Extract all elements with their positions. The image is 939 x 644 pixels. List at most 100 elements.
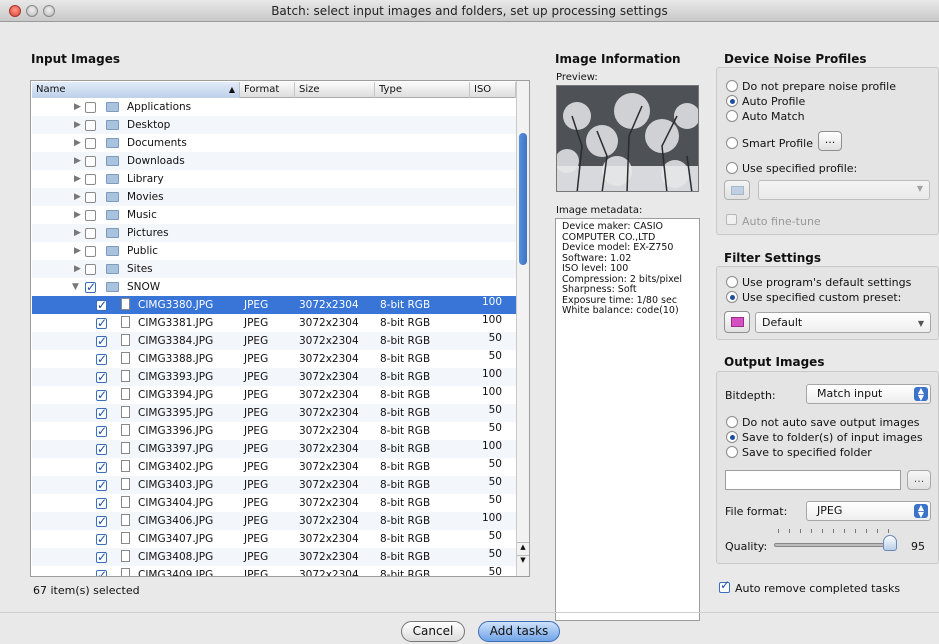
disclosure-closed-icon[interactable]: ▶ [74, 206, 81, 224]
scroll-down-arrow-icon[interactable]: ▼ [517, 555, 529, 567]
file-checkbox[interactable] [96, 512, 107, 530]
file-checkbox[interactable] [96, 386, 107, 404]
file-row[interactable]: CIMG3394.JPG JPEG 3072x2304 8-bit RGB 100 [32, 386, 516, 404]
column-header-name[interactable]: Name ▲ [32, 82, 240, 98]
disclosure-closed-icon[interactable]: ▶ [74, 134, 81, 152]
file-checkbox[interactable] [96, 566, 107, 576]
scroll-up-arrow-icon[interactable]: ▲ [517, 542, 529, 554]
column-header-size[interactable]: Size [295, 82, 375, 98]
file-row[interactable]: CIMG3406.JPG JPEG 3072x2304 8-bit RGB 100 [32, 512, 516, 530]
bitdepth-select[interactable]: Match input ▲ ▼ [806, 384, 931, 404]
file-checkbox[interactable] [96, 368, 107, 386]
radio-save-input-folders[interactable] [726, 431, 738, 443]
file-row[interactable]: CIMG3397.JPG JPEG 3072x2304 8-bit RGB 100 [32, 440, 516, 458]
column-header-type[interactable]: Type [375, 82, 470, 98]
file-row[interactable]: CIMG3402.JPG JPEG 3072x2304 8-bit RGB 50 [32, 458, 516, 476]
profile-select[interactable]: ▼ [758, 180, 930, 200]
file-format-select[interactable]: JPEG ▲ ▼ [806, 501, 931, 521]
preset-select[interactable]: Default ▼ [755, 312, 931, 333]
radio-no-auto-save[interactable] [726, 416, 738, 428]
folder-checkbox[interactable] [85, 102, 96, 113]
radio-default-settings[interactable] [726, 276, 738, 288]
minimize-window-button[interactable] [26, 5, 38, 17]
auto-fine-tune-checkbox[interactable] [726, 214, 737, 225]
file-checkbox[interactable] [96, 530, 107, 548]
scrollbar-thumb[interactable] [519, 133, 527, 265]
close-window-button[interactable] [9, 5, 21, 17]
radio-custom-preset[interactable] [726, 291, 738, 303]
file-checkbox[interactable] [96, 422, 107, 440]
folder-checkbox[interactable] [85, 246, 96, 257]
folder-checkbox[interactable] [85, 210, 96, 221]
file-checkbox[interactable] [96, 494, 107, 512]
folder-row[interactable]: ▶ Movies [32, 188, 516, 206]
radio-save-specified-folder[interactable] [726, 446, 738, 458]
smart-profile-button[interactable]: ... [818, 131, 842, 151]
disclosure-closed-icon[interactable]: ▶ [74, 170, 81, 188]
disclosure-open-icon[interactable]: ▼ [72, 278, 79, 296]
folder-checkbox[interactable] [85, 174, 96, 185]
file-checkbox[interactable] [96, 350, 107, 368]
preset-folder-button[interactable] [724, 311, 750, 333]
file-row[interactable]: CIMG3393.JPG JPEG 3072x2304 8-bit RGB 100 [32, 368, 516, 386]
zoom-window-button[interactable] [43, 5, 55, 17]
disclosure-closed-icon[interactable]: ▶ [74, 188, 81, 206]
folder-checkbox[interactable] [85, 138, 96, 149]
file-checkbox[interactable] [96, 440, 107, 458]
file-checkbox[interactable] [96, 296, 107, 314]
folder-row[interactable]: ▶ Documents [32, 134, 516, 152]
file-row[interactable]: CIMG3409.JPG JPEG 3072x2304 8-bit RGB 50 [32, 566, 516, 576]
file-row[interactable]: CIMG3396.JPG JPEG 3072x2304 8-bit RGB 50 [32, 422, 516, 440]
disclosure-closed-icon[interactable]: ▶ [74, 224, 81, 242]
file-checkbox[interactable] [96, 548, 107, 566]
add-tasks-button[interactable]: Add tasks [478, 621, 560, 642]
column-header-iso[interactable]: ISO [470, 82, 516, 98]
file-row[interactable]: CIMG3381.JPG JPEG 3072x2304 8-bit RGB 100 [32, 314, 516, 332]
file-checkbox[interactable] [96, 404, 107, 422]
folder-row[interactable]: ▶ Downloads [32, 152, 516, 170]
folder-row[interactable]: ▶ Sites [32, 260, 516, 278]
auto-remove-checkbox[interactable] [719, 578, 730, 593]
file-row[interactable]: CIMG3388.JPG JPEG 3072x2304 8-bit RGB 50 [32, 350, 516, 368]
file-row[interactable]: CIMG3395.JPG JPEG 3072x2304 8-bit RGB 50 [32, 404, 516, 422]
disclosure-closed-icon[interactable]: ▶ [74, 260, 81, 278]
folder-row[interactable]: ▶ Desktop [32, 116, 516, 134]
folder-row[interactable]: ▶ Public [32, 242, 516, 260]
folder-checkbox[interactable] [85, 192, 96, 203]
column-header-format[interactable]: Format [240, 82, 295, 98]
disclosure-closed-icon[interactable]: ▶ [74, 242, 81, 260]
folder-row[interactable]: ▶ Pictures [32, 224, 516, 242]
output-folder-browse-button[interactable]: ... [907, 470, 931, 490]
file-checkbox[interactable] [96, 314, 107, 332]
folder-row[interactable]: ▼ SNOW [32, 278, 516, 296]
file-checkbox[interactable] [96, 458, 107, 476]
file-row[interactable]: CIMG3403.JPG JPEG 3072x2304 8-bit RGB 50 [32, 476, 516, 494]
disclosure-closed-icon[interactable]: ▶ [74, 152, 81, 170]
radio-use-specified-profile[interactable] [726, 162, 738, 174]
profile-folder-button[interactable] [724, 180, 750, 200]
input-images-table[interactable]: Name ▲ Format Size Type ISO ▶ Applications… [30, 80, 530, 577]
table-scrollbar[interactable]: ▲ ▼ [516, 81, 529, 576]
radio-no-noise-profile[interactable] [726, 80, 738, 92]
folder-checkbox[interactable] [85, 156, 96, 167]
folder-row[interactable]: ▶ Library [32, 170, 516, 188]
file-checkbox[interactable] [96, 476, 107, 494]
file-row[interactable]: CIMG3380.JPG JPEG 3072x2304 8-bit RGB 100 [32, 296, 516, 314]
folder-row[interactable]: ▶ Music [32, 206, 516, 224]
cancel-button[interactable]: Cancel [401, 621, 465, 642]
folder-checkbox[interactable] [85, 228, 96, 239]
disclosure-closed-icon[interactable]: ▶ [74, 116, 81, 134]
folder-row[interactable]: ▶ Applications [32, 98, 516, 116]
folder-checkbox[interactable] [85, 264, 96, 275]
folder-checkbox[interactable] [85, 278, 96, 296]
disclosure-closed-icon[interactable]: ▶ [74, 98, 81, 116]
output-folder-field[interactable] [725, 470, 901, 490]
file-row[interactable]: CIMG3408.JPG JPEG 3072x2304 8-bit RGB 50 [32, 548, 516, 566]
radio-smart-profile[interactable] [726, 137, 738, 149]
file-row[interactable]: CIMG3404.JPG JPEG 3072x2304 8-bit RGB 50 [32, 494, 516, 512]
file-row[interactable]: CIMG3407.JPG JPEG 3072x2304 8-bit RGB 50 [32, 530, 516, 548]
radio-auto-match[interactable] [726, 110, 738, 122]
radio-auto-profile[interactable] [726, 95, 738, 107]
slider-knob[interactable] [883, 535, 897, 551]
file-checkbox[interactable] [96, 332, 107, 350]
